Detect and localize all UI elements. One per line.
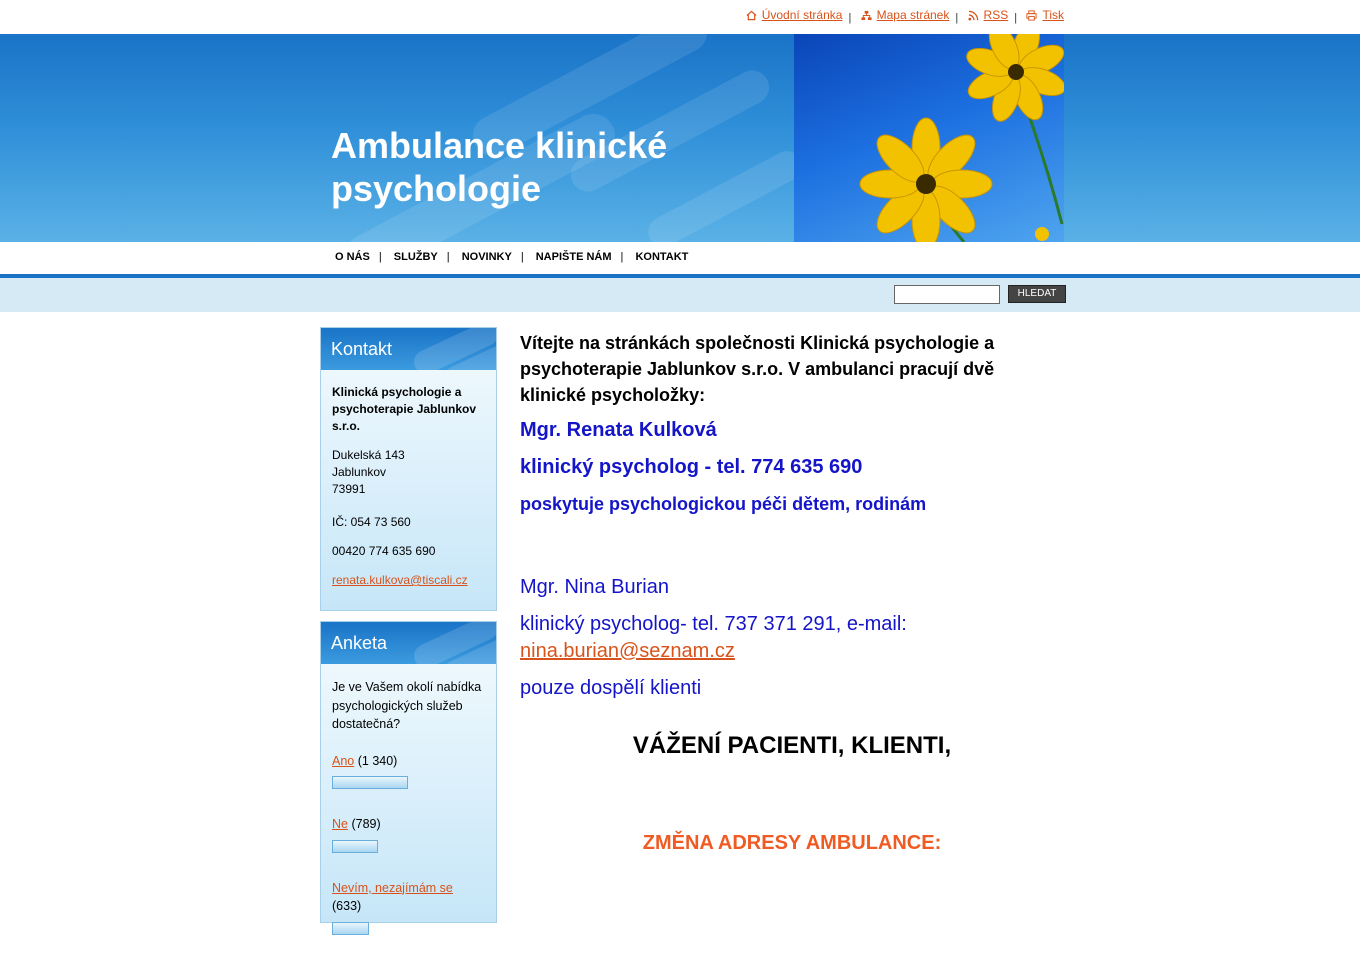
contact-box: Kontakt Klinická psychologie a psychoter…: [320, 327, 497, 611]
poll-option: Nevím, nezajímám se (633): [332, 879, 485, 935]
separator: |: [848, 11, 852, 24]
contact-email-link[interactable]: renata.kulkova@tiscali.cz: [332, 573, 468, 587]
poll-option-no[interactable]: Ne: [332, 817, 348, 831]
top-links: Úvodní stránka | Mapa stránek | RSS | Ti…: [740, 8, 1064, 24]
psychologist-2-name: Mgr. Nina Burian: [520, 576, 669, 598]
nav-item-sluzby[interactable]: SLUŽBY: [385, 251, 447, 263]
contact-box-title: Kontakt: [331, 339, 393, 359]
psychologist-2-email-link[interactable]: nina.burian@seznam.cz: [520, 640, 735, 662]
poll-option: Ne (789): [332, 815, 485, 853]
poll-option-yes[interactable]: Ano: [332, 754, 354, 768]
address-change-notice: ZMĚNA ADRESY AMBULANCE:: [642, 832, 942, 854]
poll-count: (1 340): [357, 753, 398, 768]
nav-item-napiste-nam[interactable]: NAPIŠTE NÁM: [527, 251, 621, 263]
main-content: Vítejte na stránkách společnosti Klinick…: [520, 330, 1060, 854]
separator: |: [446, 251, 450, 263]
poll-count: (633): [332, 899, 362, 913]
sitemap-link[interactable]: Mapa stránek: [861, 8, 950, 22]
phone-number: 00420 774 635 690: [332, 544, 436, 558]
print-link[interactable]: Tisk: [1026, 8, 1064, 22]
poll-bar: [332, 921, 369, 935]
company-name: Klinická psychologie a psychoterapie Jab…: [332, 385, 477, 433]
poll-box: Anketa Je ve Vašem okolí nabídka psychol…: [320, 621, 497, 935]
sitemap-link-label[interactable]: Mapa stránek: [877, 8, 950, 22]
poll-bar: [332, 839, 378, 853]
psychologist-1-role: klinický psycholog - tel. 774 635 690: [520, 456, 863, 478]
flower-illustration: [859, 34, 1064, 242]
print-link-label[interactable]: Tisk: [1042, 8, 1064, 22]
poll-count: (789): [351, 817, 381, 831]
address-street: Dukelská 143: [332, 448, 405, 462]
site-title: Ambulance klinické psychologie: [331, 125, 668, 210]
poll-box-header: Anketa: [321, 622, 496, 664]
separator: |: [378, 251, 382, 263]
nav-item-o-nas[interactable]: O NÁS: [326, 251, 379, 263]
intro-text: Vítejte na stránkách společnosti Klinick…: [520, 333, 995, 405]
psychologist-2-role: klinický psycholog- tel. 737 371 291, e-…: [520, 613, 907, 635]
home-link[interactable]: Úvodní stránka: [746, 8, 843, 22]
nav-item-novinky[interactable]: NOVINKY: [453, 251, 521, 263]
contact-box-body: Klinická psychologie a psychoterapie Jab…: [321, 370, 496, 613]
poll-box-title: Anketa: [331, 633, 388, 653]
company-id: IČ: 054 73 560: [332, 515, 411, 529]
greeting-heading: VÁŽENÍ PACIENTI, KLIENTI,: [632, 732, 952, 759]
separator: |: [1014, 11, 1018, 24]
search-button[interactable]: HLEDAT: [1008, 285, 1066, 303]
poll-option-dont-know[interactable]: Nevím, nezajímám se: [332, 881, 453, 895]
psychologist-1-name: Mgr. Renata Kulková: [520, 419, 717, 441]
separator: |: [955, 11, 959, 24]
address-zip: 73991: [332, 482, 366, 496]
nav-item-kontakt[interactable]: KONTAKT: [626, 251, 697, 263]
nav-items: O NÁS | SLUŽBY | NOVINKY | NAPIŠTE NÁM | KON…: [326, 251, 697, 263]
poll-option: Ano (1 340): [332, 752, 485, 789]
separator: |: [520, 251, 524, 263]
sitemap-icon: [861, 10, 872, 20]
psychologist-2-contact: klinický psycholog- tel. 737 371 291, e-…: [520, 611, 1060, 665]
flower-image: [794, 34, 1064, 242]
contact-box-header: Kontakt: [321, 328, 496, 370]
address-city: Jablunkov: [332, 465, 387, 479]
psychologist-1-note: poskytuje psychologickou péči dětem, rod…: [520, 494, 927, 514]
poll-box-body: Je ve Vašem okolí nabídka psychologickýc…: [321, 664, 496, 973]
search-input[interactable]: [894, 285, 1000, 304]
poll-bar: [332, 776, 408, 789]
poll-question: Je ve Vašem okolí nabídka psychologickýc…: [332, 680, 482, 731]
rss-link-label[interactable]: RSS: [984, 8, 1009, 22]
separator: |: [620, 251, 624, 263]
search-bar: HLEDAT: [0, 278, 1360, 312]
header-banner: Ambulance klinické psychologie: [0, 34, 1360, 242]
psychologist-2-note: pouze dospělí klienti: [520, 677, 702, 699]
rss-icon: [968, 10, 978, 21]
home-icon: [746, 10, 757, 20]
rss-link[interactable]: RSS: [968, 8, 1009, 22]
print-icon: [1026, 9, 1037, 21]
main-nav: O NÁS | SLUŽBY | NOVINKY | NAPIŠTE NÁM | KON…: [0, 242, 1360, 274]
home-link-label[interactable]: Úvodní stránka: [762, 8, 843, 22]
